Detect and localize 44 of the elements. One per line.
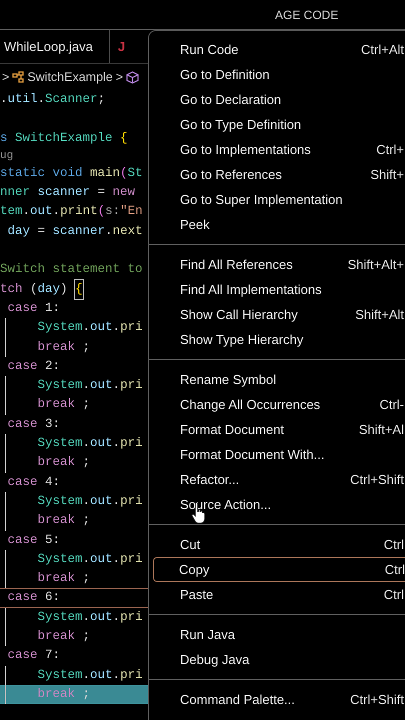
menu-item[interactable]: Go to Definition (149, 62, 405, 87)
menu-item[interactable]: Peek (149, 212, 405, 237)
code-line: .util.Scanner; (0, 91, 106, 108)
code-line: s SwitchExample { (0, 130, 129, 147)
breadcrumb-separator: > (116, 70, 124, 84)
code-line: nner scanner = new (0, 184, 136, 202)
menu-item[interactable]: Format Document With... (149, 442, 405, 467)
code-line: Switch statement to (0, 261, 144, 278)
menu-item[interactable]: Go to References Shift+ (149, 162, 405, 187)
menu-item[interactable]: Cut Ctrl (149, 532, 405, 557)
menu-item[interactable]: Run Code Ctrl+Alt (149, 37, 405, 62)
code-lens: ug (0, 148, 14, 164)
code-line: case 4: (6, 474, 62, 491)
code-line: tch (day) { (0, 280, 148, 299)
menu-item[interactable]: Go to Super Implementation (149, 187, 405, 212)
code-line: static void main(St (0, 164, 144, 182)
menu-item[interactable]: Refactor... Ctrl+Shift (149, 467, 405, 492)
code-line: case 3: (6, 416, 62, 433)
code-line: case 7: (6, 647, 62, 664)
window-title: AGE CODE (275, 8, 338, 22)
code-line: case 2: (6, 358, 62, 375)
menu-item[interactable]: Copy Ctrl (153, 557, 405, 582)
code-line: case 1: (6, 300, 62, 317)
menu-item[interactable]: Run Java (149, 622, 405, 647)
code-line: day = scanner.next (6, 222, 144, 240)
cube-icon (126, 70, 140, 84)
code-line: case 5: (6, 532, 62, 549)
code-line: tem.out.print(s:"En (0, 203, 144, 220)
menu-item[interactable]: Show Type Hierarchy (149, 327, 405, 352)
menu-item[interactable]: Format Document Shift+Al (149, 417, 405, 442)
menu-item[interactable]: Show Call Hierarchy Shift+Alt (149, 302, 405, 327)
menu-item[interactable]: Change All Occurrences Ctrl- (149, 392, 405, 417)
class-icon (12, 71, 24, 83)
menu-item[interactable]: Debug Java (149, 647, 405, 672)
menu-item[interactable]: Go to Declaration (149, 87, 405, 112)
breadcrumb-item[interactable]: SwitchExample (27, 70, 113, 84)
menu-item[interactable]: Paste Ctrl (149, 582, 405, 607)
menu-item[interactable]: Rename Symbol (149, 367, 405, 392)
menu-item[interactable]: Command Palette... Ctrl+Shift (149, 687, 405, 712)
menu-item[interactable]: Find All Implementations (149, 277, 405, 302)
breadcrumb-separator: > (2, 70, 10, 84)
menu-item[interactable]: Go to Type Definition (149, 112, 405, 137)
menu-item[interactable]: Go to Implementations Ctrl+ (149, 137, 405, 162)
menu-item[interactable]: Find All References Shift+Alt+ (149, 252, 405, 277)
